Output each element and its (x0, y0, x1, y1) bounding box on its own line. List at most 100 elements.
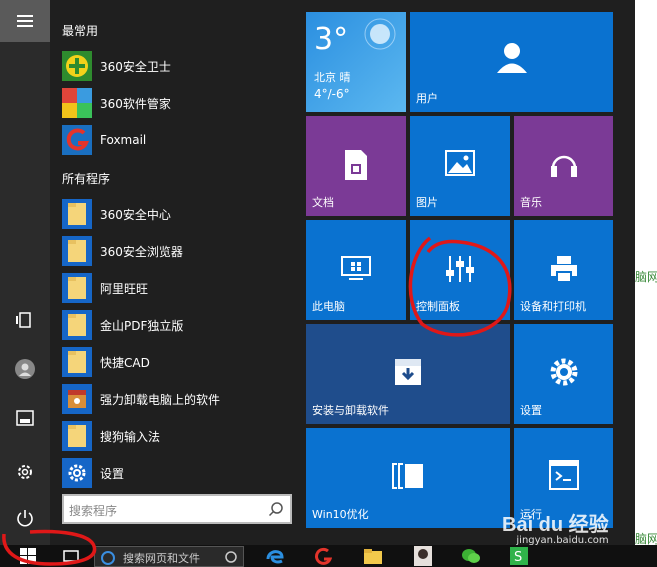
weather-tile[interactable]: 3° 北京 晴 4°/-6° (306, 12, 406, 112)
tile-this-pc[interactable]: 此电脑 (306, 220, 406, 320)
optimize-icon (392, 463, 423, 489)
uninstall-icon (62, 384, 92, 414)
tile-label: Win10优化 (312, 508, 369, 521)
app-quick-cad[interactable]: 快捷CAD (62, 346, 302, 378)
baidu-watermark: Bai du 经验 jingyan.baidu.com (502, 508, 609, 546)
computer-icon (341, 256, 371, 280)
app-aliwangwang[interactable]: 阿里旺旺 (62, 272, 302, 304)
search-placeholder: 搜索程序 (69, 504, 118, 518)
tile-pictures[interactable]: 图片 (410, 116, 510, 216)
foxmail-icon (315, 547, 332, 565)
install-icon (395, 359, 421, 385)
app-foxmail[interactable]: Foxmail (62, 124, 302, 156)
wechat-icon (462, 549, 480, 563)
app-uninstaller[interactable]: 强力卸载电脑上的软件 (62, 383, 302, 415)
section-frequent: 最常用 (62, 24, 99, 38)
weather-range: 4°/-6° (314, 87, 350, 101)
taskbar-photo-app[interactable] (410, 545, 436, 567)
annotation-start-circle (2, 529, 97, 566)
tile-settings[interactable]: 设置 (514, 324, 613, 424)
taskbar-edge[interactable] (262, 545, 288, 567)
taskbar-file-explorer[interactable] (360, 545, 386, 567)
folder-icon (62, 347, 92, 377)
tile-label: 文档 (312, 196, 334, 209)
taskbar-search-box[interactable]: 搜索网页和文件 (94, 546, 244, 567)
app-label: 强力卸载电脑上的软件 (100, 392, 221, 407)
foxmail-icon (62, 125, 92, 155)
document-icon (345, 150, 367, 180)
app-label: 360安全中心 (100, 207, 171, 222)
tablet-icon (16, 312, 31, 328)
user-account-button[interactable] (0, 351, 50, 387)
app-360-manager[interactable]: 360软件管家 (62, 87, 302, 119)
tile-label: 图片 (416, 196, 438, 209)
hamburger-menu-button[interactable] (0, 0, 50, 42)
edge-browser-icon (266, 550, 284, 564)
folder-icon (364, 549, 382, 564)
taskbar-app[interactable]: S (506, 545, 532, 567)
user-icon (496, 43, 527, 73)
app-label: 360安全卫士 (100, 59, 171, 74)
app-list: 最常用 360安全卫士 360软件管家 Foxmail 所有程序 360安全中心 (50, 0, 305, 545)
app-label: 360安全浏览器 (100, 244, 183, 259)
edge-icon (101, 551, 115, 565)
weather-city: 北京 晴 (314, 71, 351, 84)
app-label: 搜狗输入法 (100, 429, 161, 444)
annotation-circle (408, 236, 512, 337)
search-programs-input[interactable]: 搜索程序 (62, 494, 292, 524)
tile-label: 设备和打印机 (520, 300, 586, 313)
tile-label: 用户 (416, 92, 438, 105)
cortana-icon (225, 551, 237, 563)
360-manager-icon (62, 88, 92, 118)
sun-icon (364, 18, 396, 50)
app-360-center[interactable]: 360安全中心 (62, 198, 302, 230)
app-label: 阿里旺旺 (100, 281, 149, 296)
tile-devices-printers[interactable]: 设备和打印机 (514, 220, 613, 320)
section-all: 所有程序 (62, 172, 111, 186)
app-kingsoft-pdf[interactable]: 金山PDF独立版 (62, 309, 302, 341)
gear-icon (62, 458, 92, 488)
watermark-brand: Bai du 经验 (502, 514, 609, 536)
app-label: Foxmail (100, 133, 147, 147)
hamburger-icon (17, 15, 33, 27)
tile-user[interactable]: 用户 (410, 12, 613, 112)
app-sogou-input[interactable]: 搜狗输入法 (62, 420, 302, 452)
picture-icon (445, 150, 475, 176)
file-explorer-icon (16, 410, 34, 426)
tile-music[interactable]: 音乐 (514, 116, 613, 216)
weather-temp: 3° (314, 22, 349, 57)
taskbar-foxmail[interactable] (310, 545, 336, 567)
tile-documents[interactable]: 文档 (306, 116, 406, 216)
app-360-safe[interactable]: 360安全卫士 (62, 50, 302, 82)
settings-rail-button[interactable] (0, 454, 50, 490)
run-icon (548, 460, 579, 490)
taskbar-search-text: 搜索网页和文件 (123, 552, 200, 565)
gear-icon (18, 465, 32, 479)
photo-icon (414, 546, 432, 566)
tile-win10-optimize[interactable]: Win10优化 (306, 428, 510, 528)
search-icon (268, 502, 283, 517)
gear-icon (550, 358, 577, 386)
tablet-mode-button[interactable] (0, 302, 50, 338)
tile-label: 安装与卸载软件 (312, 404, 389, 417)
taskbar-wechat[interactable] (458, 545, 484, 567)
app-s-icon: S (510, 547, 528, 565)
app-settings[interactable]: 设置 (62, 457, 302, 489)
folder-icon (62, 310, 92, 340)
avatar-icon (15, 359, 35, 379)
360-safe-icon (62, 51, 92, 81)
start-menu: 最常用 360安全卫士 360软件管家 Foxmail 所有程序 360安全中心 (0, 0, 635, 545)
file-explorer-button[interactable] (0, 400, 50, 436)
folder-icon (62, 421, 92, 451)
app-360-browser[interactable]: 360安全浏览器 (62, 235, 302, 267)
folder-icon (62, 273, 92, 303)
background-page-strip: 脑网 脑网 (635, 0, 657, 546)
bg-fragment: 脑网 (635, 270, 657, 284)
tile-label: 设置 (520, 404, 542, 417)
folder-icon (62, 236, 92, 266)
start-rail (0, 0, 50, 545)
printer-icon (550, 256, 577, 283)
app-label: 金山PDF独立版 (100, 318, 184, 333)
tile-label: 音乐 (520, 196, 542, 209)
headphones-icon (550, 155, 577, 177)
